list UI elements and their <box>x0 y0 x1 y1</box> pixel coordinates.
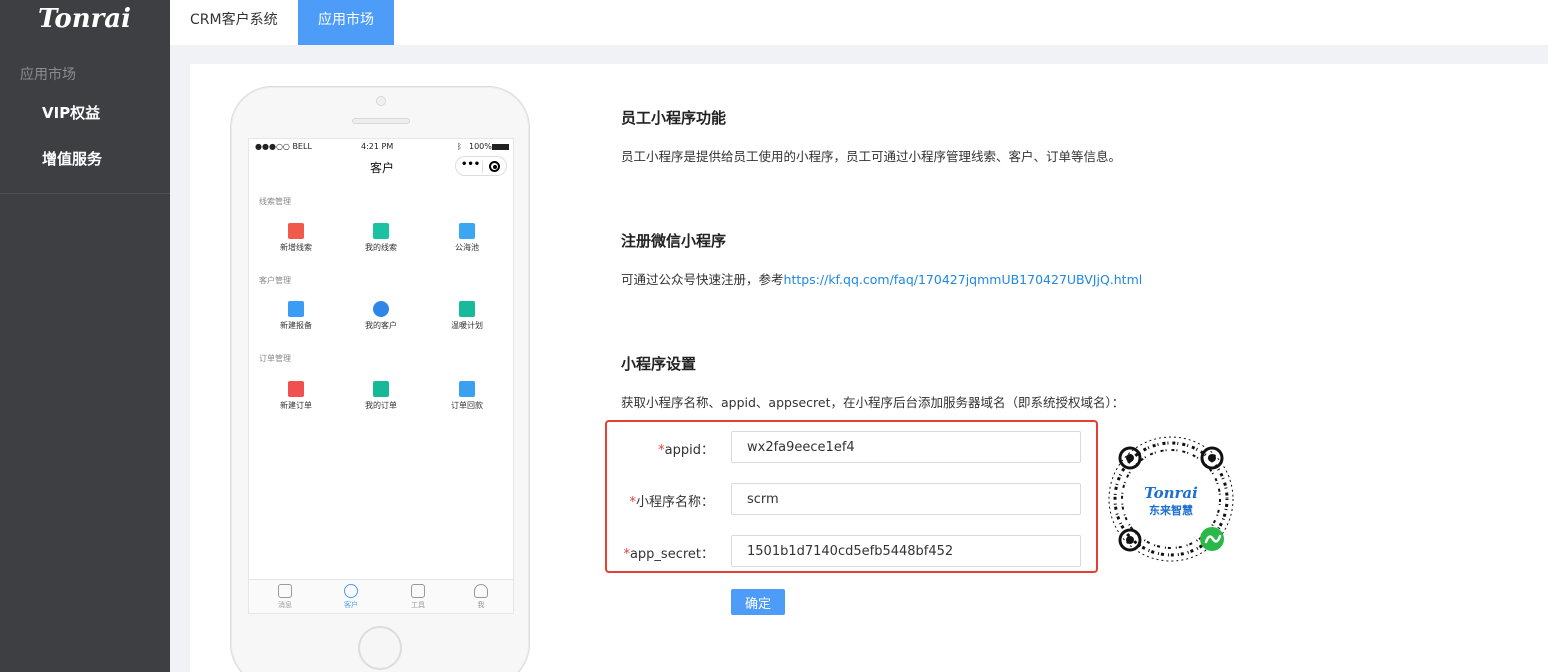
miniapp-tab-bar: 消息 客户 工具 我 <box>249 579 513 613</box>
status-battery: 100% <box>469 142 492 151</box>
section-title-register: 注册微信小程序 <box>621 232 727 250</box>
grid-item-my-orders[interactable]: 我的订单 <box>346 381 416 411</box>
tabbar-item-messages[interactable]: 消息 <box>265 584 305 610</box>
appid-label-text: appid： <box>664 443 714 458</box>
grid-item-label: 新建报备 <box>280 321 312 330</box>
new-lead-icon <box>288 223 304 239</box>
grid-item-warm-plan[interactable]: 温暖计划 <box>432 301 502 331</box>
phone-earpiece <box>352 118 410 124</box>
message-icon <box>278 584 292 598</box>
app-secret-label-text: app_secret： <box>629 547 714 562</box>
grid-item-new-report[interactable]: 新建报备 <box>261 301 331 331</box>
phone-home-button <box>358 626 402 670</box>
tabbar-label: 工具 <box>411 601 425 609</box>
folder-icon <box>288 301 304 317</box>
tabbar-item-me[interactable]: 我 <box>461 584 501 610</box>
grid-item-new-lead[interactable]: 新增线索 <box>261 223 331 253</box>
confirm-button[interactable]: 确定 <box>731 589 785 615</box>
miniapp-name-label: *小程序名称： <box>584 491 714 510</box>
sidebar-item-vip[interactable]: VIP权益 <box>42 102 100 123</box>
tabbar-label: 我 <box>477 601 485 609</box>
qr-caption: 东来智慧 <box>1149 503 1193 517</box>
brand-logo[interactable]: Tonrai <box>38 4 132 44</box>
tabbar-label: 客户 <box>344 601 358 609</box>
status-bluetooth-icon: ᛒ <box>457 142 462 151</box>
status-time: 4:21 PM <box>361 142 394 151</box>
phone-screen: ●●●○○ BELL 4:21 PM ᛒ 100% 客户 ••• 线索管理 新增… <box>248 138 514 614</box>
close-target-icon <box>489 161 500 172</box>
add-order-icon <box>288 381 304 397</box>
grid-item-my-customers[interactable]: 我的客户 <box>346 301 416 331</box>
tabbar-label: 消息 <box>278 601 292 609</box>
register-help-link[interactable]: https://kf.qq.com/faq/170427jqmmUB170427… <box>784 272 1143 287</box>
grid-item-label: 订单回款 <box>451 401 483 410</box>
document-icon <box>373 381 389 397</box>
grid-item-order-payment[interactable]: 订单回款 <box>432 381 502 411</box>
grid-icon <box>411 584 425 598</box>
top-tab-bar: CRM客户系统 应用市场 <box>170 0 1548 45</box>
tab-crm-system[interactable]: CRM客户系统 <box>170 0 298 45</box>
appid-label: *appid： <box>584 439 714 458</box>
section-label-leads: 线索管理 <box>259 197 291 206</box>
miniapp-name-input[interactable] <box>731 483 1081 515</box>
user-icon <box>373 301 389 317</box>
miniapp-name-label-text: 小程序名称： <box>635 495 714 510</box>
customer-icon <box>344 584 358 598</box>
miniapp-capsule[interactable]: ••• <box>455 156 507 176</box>
brand-logo-text: Tonrai <box>38 4 132 34</box>
profile-icon <box>474 584 488 598</box>
sidebar: Tonrai 应用市场 VIP权益 增值服务 <box>0 0 170 672</box>
app-secret-label: *app_secret： <box>584 543 714 562</box>
grid-item-label: 我的订单 <box>365 401 397 410</box>
more-icon: ••• <box>461 159 481 170</box>
tabbar-item-tools[interactable]: 工具 <box>398 584 438 610</box>
sidebar-divider <box>0 193 170 194</box>
grid-item-label: 我的线索 <box>365 243 397 252</box>
grid-item-label: 我的客户 <box>365 321 397 330</box>
section-label-customers: 客户管理 <box>259 276 291 285</box>
sidebar-group-label: 应用市场 <box>20 67 76 83</box>
payment-card-icon <box>459 381 475 397</box>
grid-item-label: 新增线索 <box>280 243 312 252</box>
my-leads-icon <box>373 223 389 239</box>
section-title-staff-miniapp: 员工小程序功能 <box>621 109 727 127</box>
sidebar-item-value-added[interactable]: 增值服务 <box>42 148 102 169</box>
tabbar-item-customers[interactable]: 客户 <box>331 584 371 610</box>
register-text: 可通过公众号快速注册，参考 <box>621 272 784 287</box>
section-text-staff-miniapp: 员工小程序是提供给员工使用的小程序，员工可通过小程序管理线索、客户、订单等信息。 <box>621 149 1122 164</box>
status-carrier: ●●●○○ BELL <box>255 142 312 151</box>
grid-item-label: 新建订单 <box>280 401 312 410</box>
public-pool-icon <box>459 223 475 239</box>
section-text-register: 可通过公众号快速注册，参考https://kf.qq.com/faq/17042… <box>621 269 1142 288</box>
section-label-orders: 订单管理 <box>259 354 291 363</box>
battery-icon <box>492 144 509 150</box>
grid-item-label: 公海池 <box>455 243 479 252</box>
section-title-settings: 小程序设置 <box>621 355 697 373</box>
grid-item-my-leads[interactable]: 我的线索 <box>346 223 416 253</box>
section-text-settings: 获取小程序名称、appid、appsecret，在小程序后台添加服务器域名（即系… <box>621 395 1125 410</box>
qr-logo-text: Tonrai <box>1144 484 1198 502</box>
tab-app-market[interactable]: 应用市场 <box>298 0 394 45</box>
phone-camera <box>376 96 386 106</box>
miniapp-qr-code: Tonrai 东来智慧 <box>1108 436 1234 562</box>
appid-input[interactable] <box>731 431 1081 463</box>
calendar-icon <box>459 301 475 317</box>
app-secret-input[interactable] <box>731 535 1081 567</box>
capsule-separator <box>482 161 483 173</box>
grid-item-label: 温暖计划 <box>451 321 483 330</box>
grid-item-public-pool[interactable]: 公海池 <box>432 223 502 253</box>
grid-item-new-order[interactable]: 新建订单 <box>261 381 331 411</box>
